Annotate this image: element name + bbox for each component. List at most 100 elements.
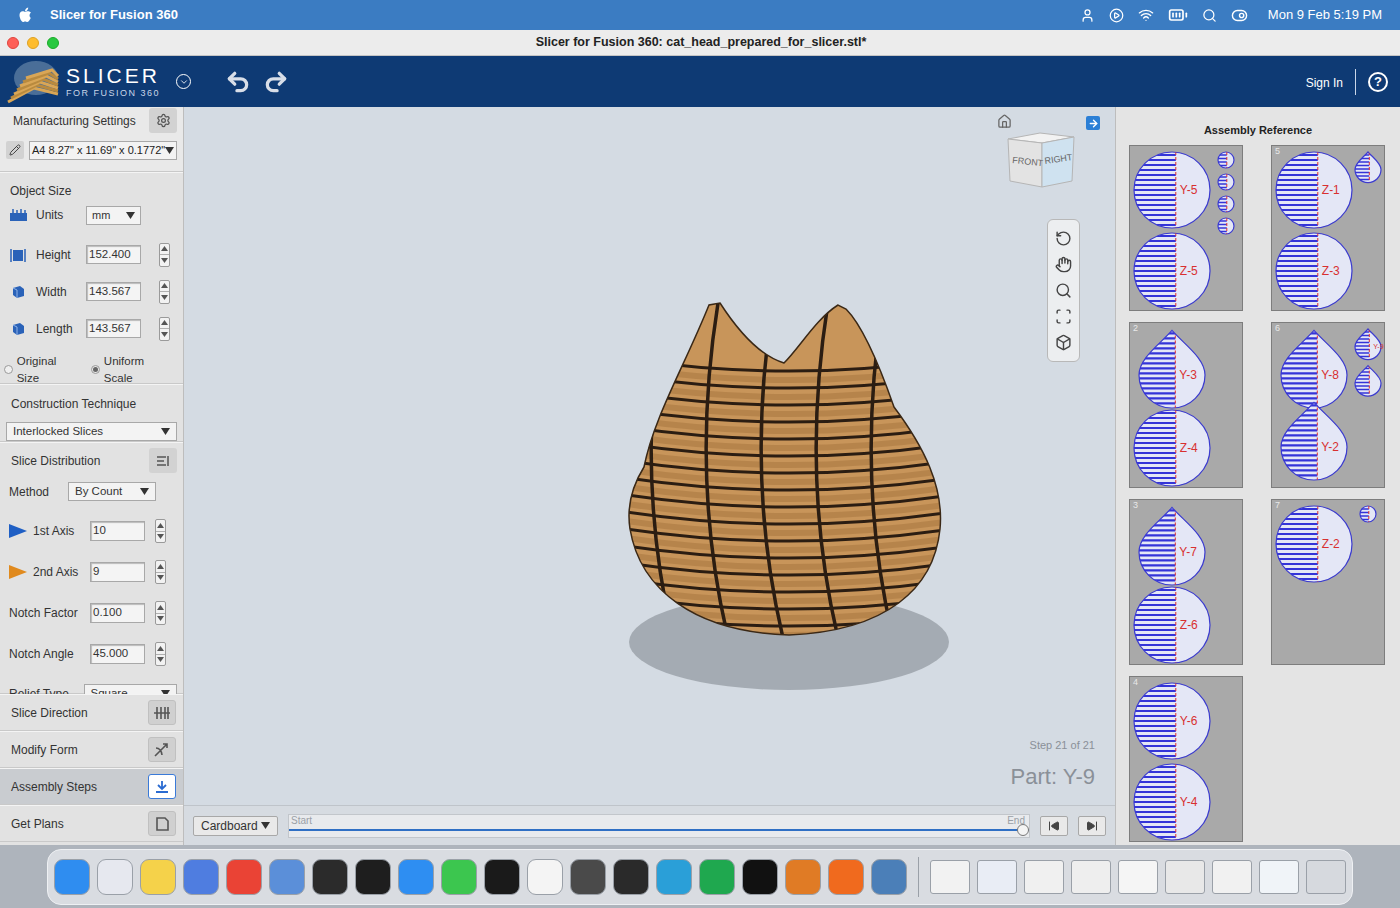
stepper[interactable]: [155, 601, 166, 625]
slice-piece[interactable]: Y-2: [1281, 402, 1347, 480]
minimize-button[interactable]: [27, 37, 39, 49]
dock-app-icon[interactable]: [269, 859, 305, 895]
scale-radio[interactable]: Uniform Scale: [91, 353, 173, 388]
distribution-input[interactable]: 10: [90, 521, 145, 540]
dock-app-icon[interactable]: [613, 859, 649, 895]
dock-app-icon[interactable]: [484, 859, 520, 895]
step-down[interactable]: [160, 329, 169, 340]
dock-document-icon[interactable]: [930, 860, 970, 894]
dock-document-icon[interactable]: [1071, 860, 1111, 894]
reference-card[interactable]: 2Y-3Z-4: [1129, 322, 1243, 488]
step-up[interactable]: [156, 602, 165, 614]
panel-section-row[interactable]: Assembly Steps: [0, 768, 183, 805]
undo-icon[interactable]: [225, 69, 251, 95]
app-menu-button[interactable]: [176, 74, 191, 89]
radio-dot[interactable]: [91, 365, 100, 374]
dock-app-icon[interactable]: [871, 859, 907, 895]
timeline-slider[interactable]: StartEnd: [288, 814, 1030, 838]
radio-dot[interactable]: [4, 365, 13, 374]
dock-document-icon[interactable]: [1259, 860, 1299, 894]
timeline-thumb[interactable]: [1017, 824, 1029, 836]
distribution-input[interactable]: 9: [90, 562, 145, 581]
dock-document-icon[interactable]: [1306, 860, 1346, 894]
play-icon[interactable]: [1109, 8, 1124, 23]
edit-sheet-button[interactable]: [6, 141, 24, 159]
step-up[interactable]: [160, 281, 169, 293]
dock-app-icon[interactable]: [527, 859, 563, 895]
dock-app-icon[interactable]: [441, 859, 477, 895]
slice-piece[interactable]: Z-2: [1276, 506, 1352, 582]
size-field-input[interactable]: 143.567: [86, 319, 141, 338]
size-field-input[interactable]: 152.400: [86, 245, 141, 264]
panel-section-row[interactable]: Get Plans: [0, 805, 183, 842]
help-button[interactable]: ?: [1368, 72, 1388, 92]
panel-toggle-button[interactable]: [1086, 116, 1100, 130]
zoom-button[interactable]: [47, 37, 59, 49]
zoom-icon[interactable]: [1055, 282, 1072, 299]
battery-icon[interactable]: [1168, 5, 1188, 25]
dock-app-icon[interactable]: [699, 859, 735, 895]
first-step-button[interactable]: [1040, 816, 1068, 836]
stepper[interactable]: [159, 317, 170, 341]
stepper[interactable]: [155, 519, 166, 543]
user-icon[interactable]: [1080, 8, 1095, 23]
slice-piece[interactable]: Y-5: [1134, 152, 1210, 228]
redo-icon[interactable]: [263, 69, 289, 95]
slice-piece[interactable]: Z-3: [1276, 233, 1352, 309]
slice-piece[interactable]: [1218, 218, 1234, 234]
stepper[interactable]: [159, 280, 170, 304]
cat-head-model[interactable]: [624, 297, 954, 697]
dock-document-icon[interactable]: [1118, 860, 1158, 894]
view-cube[interactable]: FRONTRIGHT: [1006, 129, 1076, 193]
construction-dropdown[interactable]: Interlocked Slices: [6, 422, 177, 441]
reference-card[interactable]: 3Y-7Z-6: [1129, 499, 1243, 665]
slice-piece[interactable]: Y-3: [1139, 330, 1205, 408]
dock-app-icon[interactable]: [656, 859, 692, 895]
material-dropdown[interactable]: Cardboard: [193, 816, 278, 836]
step-up[interactable]: [156, 561, 165, 573]
panel-section-row[interactable]: Modify Form: [0, 731, 183, 768]
step-up[interactable]: [160, 318, 169, 330]
apple-logo-icon[interactable]: [18, 7, 32, 23]
dock-app-icon[interactable]: [140, 859, 176, 895]
step-up[interactable]: [156, 643, 165, 655]
scale-radio[interactable]: Original Size: [4, 353, 79, 388]
units-dropdown[interactable]: mm: [86, 206, 141, 225]
reference-card[interactable]: 4Y-6Y-4: [1129, 676, 1243, 842]
dock-app-icon[interactable]: [398, 859, 434, 895]
reference-card[interactable]: Y-5Z-5: [1129, 145, 1243, 311]
dock-document-icon[interactable]: [1165, 860, 1205, 894]
slice-piece[interactable]: [1218, 174, 1234, 190]
close-button[interactable]: [7, 37, 19, 49]
reference-card[interactable]: 5Z-1Z-3: [1271, 145, 1385, 311]
panel-section-row[interactable]: Slice Direction: [0, 694, 183, 731]
sheet-dropdown[interactable]: A4 8.27" x 11.69" x 0.1772": [29, 141, 177, 160]
settings-button[interactable]: [149, 108, 177, 133]
model-canvas[interactable]: FRONTRIGHTStep 21 of 21Part: Y-9: [184, 107, 1115, 805]
sign-in-button[interactable]: Sign In: [1306, 74, 1343, 92]
pan-icon[interactable]: [1055, 256, 1072, 273]
dock-app-icon[interactable]: [570, 859, 606, 895]
dock-app-icon[interactable]: [312, 859, 348, 895]
slice-piece[interactable]: Y-9: [1355, 329, 1384, 360]
orbit-icon[interactable]: [1055, 230, 1072, 247]
distribution-options-button[interactable]: [149, 448, 177, 473]
dock-document-icon[interactable]: [1024, 860, 1064, 894]
stepper[interactable]: [155, 560, 166, 584]
slice-piece[interactable]: Y-7: [1139, 507, 1205, 585]
step-down[interactable]: [156, 655, 165, 666]
dock-app-icon[interactable]: [785, 859, 821, 895]
slice-piece[interactable]: [1218, 152, 1234, 168]
slice-piece[interactable]: Z-6: [1134, 587, 1210, 663]
stepper[interactable]: [159, 243, 170, 267]
control-center-icon[interactable]: [1231, 7, 1248, 24]
step-down[interactable]: [156, 532, 165, 543]
reference-card[interactable]: 7Z-2: [1271, 499, 1385, 665]
slice-piece[interactable]: Z-4: [1134, 410, 1210, 486]
reference-card[interactable]: 6Y-8Y-2Y-9: [1271, 322, 1385, 488]
section-icon-button[interactable]: [148, 774, 176, 799]
section-icon-button[interactable]: [148, 811, 176, 836]
dock-document-icon[interactable]: [977, 860, 1017, 894]
slice-piece[interactable]: Y-6: [1134, 683, 1210, 759]
slice-piece[interactable]: [1218, 196, 1234, 212]
